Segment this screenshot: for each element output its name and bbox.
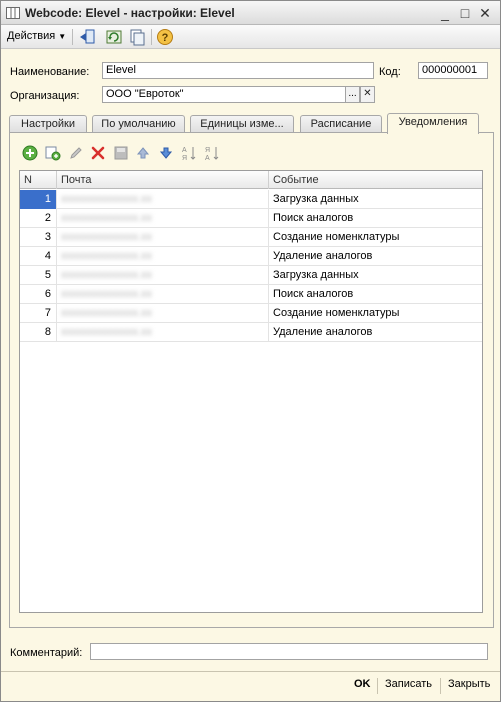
svg-text:A: A <box>205 155 210 161</box>
toolbar-separator <box>72 29 73 45</box>
row-email: xxxxxxxxxxxxxx.xx <box>57 228 269 247</box>
table-row[interactable]: 4 xxxxxxxxxxxxxx.xx Удаление аналогов <box>20 247 482 266</box>
name-field[interactable]: Elevel <box>102 62 374 79</box>
minimize-icon[interactable]: _ <box>436 4 454 22</box>
row-event: Удаление аналогов <box>273 326 373 338</box>
tab-units[interactable]: Единицы изме... <box>190 115 294 133</box>
close-icon[interactable]: ✕ <box>476 4 494 22</box>
save-icon[interactable] <box>113 145 129 161</box>
row-event: Создание номенклатуры <box>273 231 400 243</box>
table-row[interactable]: 3 xxxxxxxxxxxxxx.xx Создание номенклатур… <box>20 228 482 247</box>
row-email: xxxxxxxxxxxxxx.xx <box>57 209 269 228</box>
toolbar-separator <box>151 29 152 45</box>
row-number: 6 <box>20 285 57 304</box>
column-header-n[interactable]: N <box>20 171 57 189</box>
row-number: 1 <box>20 190 57 209</box>
row-event: Поиск аналогов <box>273 212 354 224</box>
table-row[interactable]: 8 xxxxxxxxxxxxxx.xx Удаление аналогов <box>20 323 482 342</box>
row-email: xxxxxxxxxxxxxx.xx <box>57 304 269 323</box>
tab-notifications[interactable]: Уведомления <box>387 113 479 134</box>
row-number: 5 <box>20 266 57 285</box>
footer-separator <box>377 678 378 694</box>
table-header: N Почта Событие <box>20 171 482 189</box>
sort-asc-icon[interactable]: A Я <box>181 145 197 161</box>
row-number: 4 <box>20 247 57 266</box>
svg-text:A: A <box>182 147 187 154</box>
notifications-panel: A Я Я A N Почта Событие 1 xxxxxxxxxxxxxx… <box>9 132 494 628</box>
table-icon <box>6 7 20 19</box>
footer-separator <box>440 678 441 694</box>
notifications-table[interactable]: N Почта Событие 1 xxxxxxxxxxxxxx.xx Загр… <box>19 170 483 613</box>
table-row[interactable]: 7 xxxxxxxxxxxxxx.xx Создание номенклатур… <box>20 304 482 323</box>
row-email: xxxxxxxxxxxxxx.xx <box>57 285 269 304</box>
row-email: xxxxxxxxxxxxxx.xx <box>57 323 269 342</box>
add-icon[interactable] <box>22 145 38 161</box>
table-row[interactable]: 6 xxxxxxxxxxxxxx.xx Поиск аналогов <box>20 285 482 304</box>
help-icon[interactable]: ? <box>156 28 174 46</box>
row-email: xxxxxxxxxxxxxx.xx <box>57 266 269 285</box>
column-header-event[interactable]: Событие <box>269 171 482 189</box>
toolbar: Действия ▼ ? <box>1 25 500 49</box>
footer-divider <box>1 671 500 672</box>
organization-select-button[interactable]: ... <box>345 86 360 103</box>
dropdown-arrow-icon: ▼ <box>58 32 67 41</box>
tab-defaults[interactable]: По умолчанию <box>92 115 185 133</box>
svg-text:Я: Я <box>205 147 210 154</box>
sort-desc-icon[interactable]: Я A <box>204 145 220 161</box>
move-down-icon[interactable] <box>158 145 174 161</box>
table-row[interactable]: 1 xxxxxxxxxxxxxx.xx Загрузка данных <box>20 190 482 209</box>
tab-strip: Настройки По умолчанию Единицы изме... Р… <box>9 113 494 134</box>
tab-schedule[interactable]: Расписание <box>300 115 382 133</box>
row-event: Загрузка данных <box>273 193 359 205</box>
edit-icon[interactable] <box>68 145 84 161</box>
organization-clear-button[interactable]: ✕ <box>360 86 375 103</box>
row-number: 2 <box>20 209 57 228</box>
window-title: Webcode: Elevel - настройки: Elevel <box>25 6 235 20</box>
copy-row-icon[interactable] <box>45 145 61 161</box>
copy-icon[interactable] <box>128 28 146 46</box>
close-button[interactable]: Закрыть <box>448 678 490 690</box>
code-label: Код: <box>379 66 401 78</box>
organization-label: Организация: <box>10 90 80 102</box>
settings-window: Webcode: Elevel - настройки: Elevel _ □ … <box>0 0 501 702</box>
row-event: Поиск аналогов <box>273 288 354 300</box>
row-number: 3 <box>20 228 57 247</box>
maximize-icon[interactable]: □ <box>456 4 474 22</box>
name-label: Наименование: <box>10 66 90 78</box>
row-number: 8 <box>20 323 57 342</box>
ok-button[interactable]: OK <box>354 678 371 690</box>
save-button[interactable]: Записать <box>385 678 432 690</box>
table-row[interactable]: 2 xxxxxxxxxxxxxx.xx Поиск аналогов <box>20 209 482 228</box>
delete-icon[interactable] <box>90 145 106 161</box>
row-email: xxxxxxxxxxxxxx.xx <box>57 190 269 209</box>
actions-menu[interactable]: Действия ▼ <box>7 30 66 42</box>
row-email: xxxxxxxxxxxxxx.xx <box>57 247 269 266</box>
row-number: 7 <box>20 304 57 323</box>
table-row[interactable]: 5 xxxxxxxxxxxxxx.xx Загрузка данных <box>20 266 482 285</box>
actions-label: Действия <box>7 30 56 42</box>
code-field[interactable]: 000000001 <box>418 62 488 79</box>
title-bar: Webcode: Elevel - настройки: Elevel _ □ … <box>1 1 500 25</box>
tab-settings[interactable]: Настройки <box>9 115 87 133</box>
back-icon[interactable] <box>78 28 96 46</box>
row-event: Загрузка данных <box>273 269 359 281</box>
svg-text:?: ? <box>162 32 169 44</box>
column-header-email[interactable]: Почта <box>57 171 269 189</box>
comment-field[interactable] <box>90 643 488 660</box>
row-event: Удаление аналогов <box>273 250 373 262</box>
refresh-icon[interactable] <box>105 28 123 46</box>
svg-text:Я: Я <box>182 155 187 161</box>
comment-label: Комментарий: <box>10 647 83 659</box>
row-event: Создание номенклатуры <box>273 307 400 319</box>
move-up-icon[interactable] <box>135 145 151 161</box>
organization-field[interactable]: ООО "Евроток" <box>102 86 346 103</box>
